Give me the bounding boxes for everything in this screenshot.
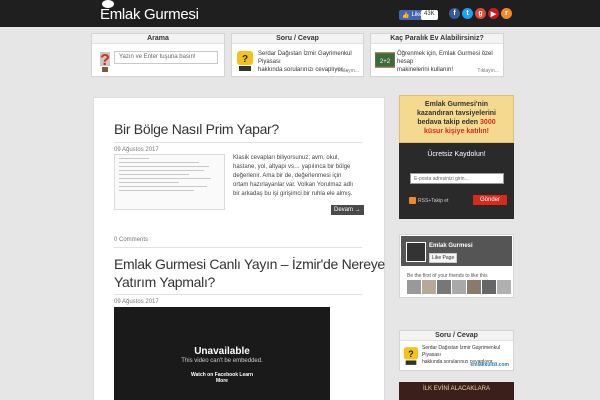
sidebar-qa-title: Soru / Cevap [400,331,513,341]
divider [114,142,362,143]
avatar[interactable] [422,280,436,294]
first-home-banner[interactable]: İLK EVİNİ ALACAKLARA [399,382,514,400]
svg-text:?: ? [242,54,248,65]
avatar[interactable] [437,280,451,294]
svg-text:?: ? [100,52,110,69]
chalkboard-icon: 2+2 [375,52,395,68]
qa-box-more-link[interactable]: Tıklayın... [337,68,359,74]
avatar[interactable] [452,280,466,294]
speech-bubble-icon: ? [237,51,253,71]
search-box: Arama ? Yazın ve Enter tuşuna basın! [91,33,225,77]
comments-link[interactable]: 0 Comments [114,237,148,243]
fb-friends-text: Be the first of your friends to like thi… [407,273,488,279]
fb-friend-faces [407,280,511,294]
post-title-continued[interactable]: Yatırım Yapmalı? [114,274,215,290]
fb-cover-image[interactable]: Emlak Gurmesi Like Page [401,236,512,266]
youtube-icon[interactable]: ▶ [488,8,499,19]
facebook-page-widget: Emlak Gurmesi Like Page Be the first of … [399,234,514,298]
site-logo[interactable]: Emlak Gurmesi [100,6,199,23]
search-input[interactable]: Yazın ve Enter tuşuna basın! [114,51,218,64]
submit-button[interactable]: Gönder [473,195,508,205]
sidebar-qa-box[interactable]: Soru / Cevap ? Serdar Dağıstan İzmir Gay… [399,330,514,371]
avatar[interactable] [482,280,496,294]
facebook-icon[interactable]: f [449,8,460,19]
post-thumbnail[interactable] [114,154,225,210]
fb-page-name[interactable]: Emlak Gurmesi [429,243,473,249]
thumb-up-icon: 👍 [402,12,410,19]
avatar[interactable] [497,280,511,294]
promo-box: Emlak Gurmesi'nin kazandıran tavsiyeleri… [399,95,514,143]
fb-like-page-button[interactable]: Like Page [429,253,458,263]
calculator-box-more-link[interactable]: Tıklayın... [477,68,499,74]
email-input[interactable]: E-posta adresinizi girin... [410,173,504,184]
rss-icon[interactable]: r [501,8,512,19]
calculator-box-title: Kaç Paralık Ev Alabilirsiniz? [371,34,503,44]
post-excerpt: Klasik cevapları biliyorsunuz; avm, okul… [233,155,354,197]
divider [114,294,362,295]
fb-like-count: 43K [421,10,438,20]
avatar[interactable] [467,280,481,294]
svg-text:2+2: 2+2 [380,59,391,65]
social-links: f t g ▶ r [449,8,512,19]
site-header: Emlak Gurmesi 👍 Like 43K f t g ▶ r [0,0,600,27]
video-unavailable-title: Unavailable [194,346,250,357]
avatar[interactable] [407,280,421,294]
svg-text:?: ? [408,349,413,359]
sidebar-qa-brand[interactable]: emlakkulisi.com [470,362,509,368]
search-box-title: Arama [92,34,224,44]
rss-follow-link[interactable]: RSS+Takip et [409,197,448,204]
googleplus-icon[interactable]: g [475,8,486,19]
post-title[interactable]: Bir Bölge Nasıl Prim Yapar? [114,121,279,137]
subscribe-title: Ücretsiz Kaydolun! [427,151,486,158]
post-date: 09 Ağustos 2017 [114,299,159,305]
qa-box[interactable]: Soru / Cevap ? Serdar Dağıstan İzmir Gay… [231,33,364,77]
speech-bubble-icon: ? [403,347,419,365]
subscribe-box: Ücretsiz Kaydolun! E-posta adresinizi gi… [399,143,514,219]
post-title[interactable]: Emlak Gurmesi Canlı Yayın – İzmir'de Ner… [114,256,385,272]
read-more-button[interactable]: Devam → [331,205,364,215]
watch-on-facebook-link[interactable]: Watch on Facebook Learn More [114,372,330,384]
video-unavailable-message: This video can't be embedded. [181,358,263,364]
question-mark-icon: ? [100,52,110,72]
divider [114,247,362,248]
twitter-icon[interactable]: t [462,8,473,19]
calculator-box[interactable]: Kaç Paralık Ev Alabilirsiniz? 2+2 Öğrenm… [370,33,504,77]
rss-icon [409,197,416,204]
video-embed[interactable]: Unavailable This video can't be embedded… [114,307,330,400]
qa-box-title: Soru / Cevap [232,34,363,44]
fb-page-avatar[interactable] [406,242,426,262]
post-date: 09 Ağustos 2017 [114,147,159,153]
